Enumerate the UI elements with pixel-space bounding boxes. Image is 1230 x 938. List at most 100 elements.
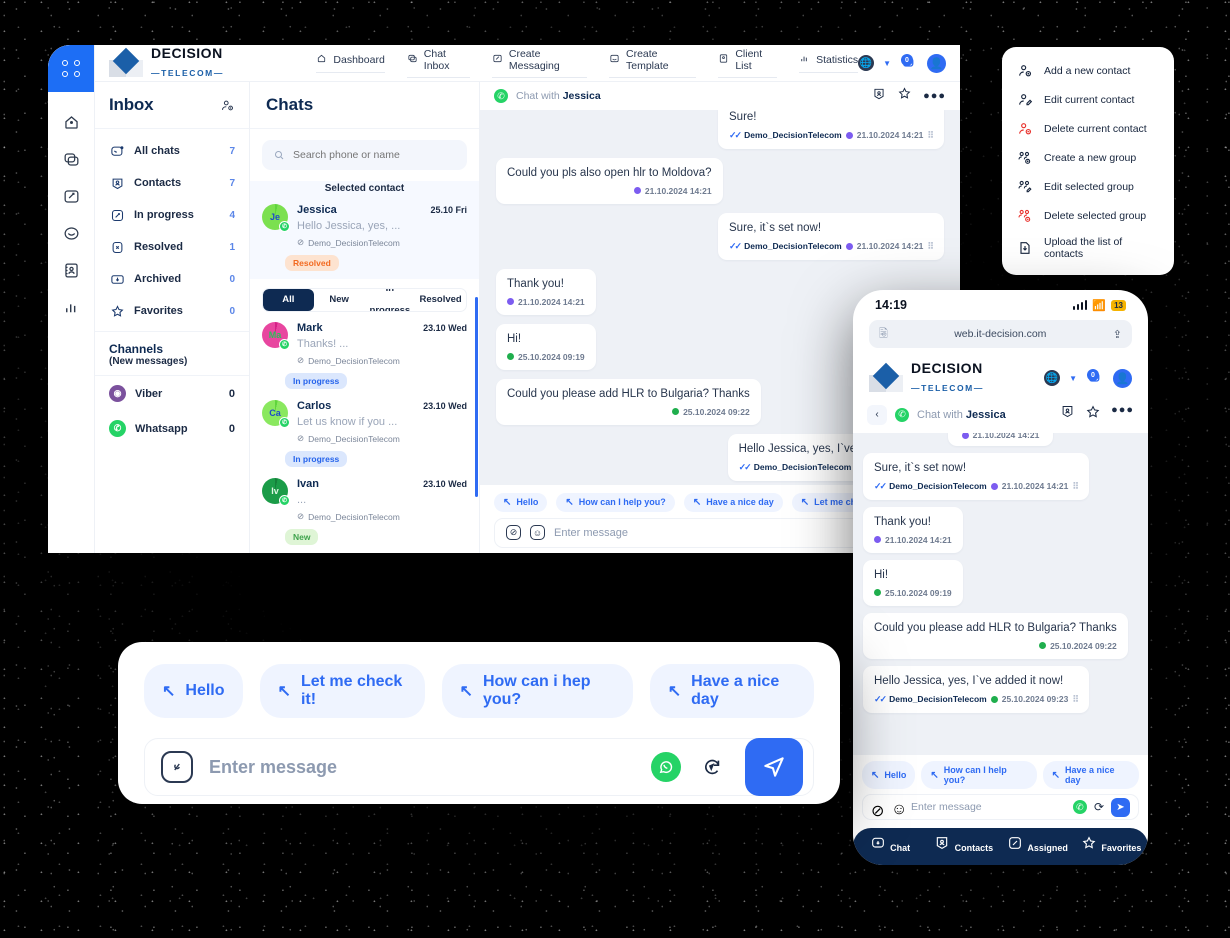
drag-grip-icon[interactable]: ⠿ [1072,694,1079,705]
chat-icon[interactable] [61,149,81,169]
translate-icon[interactable]: 🗟 [879,325,888,344]
quick-reply-chip[interactable]: ↖ Have a nice day [1042,761,1139,789]
drag-grip-icon[interactable]: ⠿ [1072,481,1079,492]
menu-item-edit-selected-group[interactable]: Edit selected group [1002,172,1174,201]
notifications-chat-badge[interactable]: 0 [900,54,918,72]
nav-item-create-template[interactable]: Create Template [609,48,697,78]
chat-list-item[interactable]: Ca ✆ Carlos 23.10 Wed Let us know if you .… [250,396,479,446]
chat-preview: Let us know if you ... [297,416,398,428]
brand-logo: DECISION —TELECOM— [109,45,292,81]
arrow-insert-icon: ↖ [871,769,880,781]
search-input[interactable] [293,149,456,161]
quick-reply-chip[interactable]: ↖ Hello [862,761,916,789]
contact-card-icon[interactable] [1060,404,1075,425]
search-box[interactable] [262,140,467,170]
menu-item-create-new-group[interactable]: Create a new group [1002,143,1174,172]
tab-resolved[interactable]: Resolved [415,289,466,311]
quick-reply-chip[interactable]: ↖ How can I help you? [556,492,675,512]
contacts-book-icon[interactable] [61,260,81,280]
phone-tab-contacts[interactable]: Contacts [927,835,1001,856]
refresh-channel-icon[interactable]: ⟳ [1094,800,1104,814]
drag-grip-icon[interactable]: ⠿ [927,241,934,252]
emoji-icon[interactable]: ☺ [530,525,545,541]
attach-icon[interactable]: ⊘ [871,801,884,820]
notifications-chat-badge[interactable]: 0 [1086,369,1104,387]
bar-chart-icon[interactable] [61,297,81,317]
sidebar-item-all-chats[interactable]: All chats 7 [95,135,249,167]
attach-icon[interactable] [161,751,193,783]
nav-item-statistics[interactable]: Statistics [799,53,859,73]
user-avatar-icon[interactable]: 👤 [1113,368,1132,388]
drag-grip-icon[interactable]: ⠿ [927,130,934,141]
contact-card-icon[interactable] [872,87,886,106]
send-icon[interactable]: ➤ [1111,797,1130,817]
composer-input-box[interactable]: Enter message [144,738,814,796]
tab-new[interactable]: New [314,289,365,311]
emoji-icon[interactable]: ☺ [891,801,907,818]
message-create-icon[interactable] [61,186,81,206]
menu-item-add-new-contact[interactable]: Add a new contact [1002,56,1174,85]
add-contact-icon[interactable] [220,98,235,113]
sidebar-item-contacts[interactable]: Contacts 7 [95,167,249,199]
channel-item-whatsapp[interactable]: ✆ Whatsapp 0 [95,411,249,446]
quick-reply-chip[interactable]: ↖ Let me check it! [259,664,425,718]
phone-tab-assigned[interactable]: Assigned [1001,835,1075,856]
menu-item-delete-current-contact[interactable]: Delete current contact [1002,114,1174,143]
chevron-down-icon[interactable]: ▼ [883,59,891,68]
nav-item-create-messaging[interactable]: Create Messaging [491,48,587,78]
nav-item-dashboard[interactable]: Dashboard [316,53,385,73]
quick-reply-chip[interactable]: ↖ Have a nice day [649,664,814,718]
user-avatar-icon[interactable]: 👤 [927,53,946,73]
home-icon[interactable] [61,112,81,132]
conversation-header: ✆ Chat with Jessica ●●● [480,82,960,110]
nav-item-chat-inbox[interactable]: Chat Inbox [406,48,470,78]
phone-tab-favorites[interactable]: Favorites [1074,835,1148,856]
phone-tab-chat[interactable]: Chat [853,835,927,856]
nav-item-client-list[interactable]: Client List [718,48,778,78]
more-icon[interactable]: ●●● [923,90,946,102]
sidebar-item-in-progress[interactable]: In progress 4 [95,199,249,231]
quick-reply-chip[interactable]: ↖ Hello [144,664,243,718]
attach-icon[interactable]: ⊘ [506,525,521,541]
sidebar-item-resolved[interactable]: Resolved 1 [95,231,249,263]
chevron-down-icon[interactable]: ▼ [1069,374,1077,383]
globe-icon[interactable]: 🌐 [1044,370,1061,386]
avatar: Ca ✆ [262,400,290,428]
more-icon[interactable]: ●●● [1111,404,1134,425]
chat-list-item-selected[interactable]: Je ✆ Jessica 25.10 Fri Hello Jessica, yes… [250,200,479,250]
channel-item-viber[interactable]: ◉ Viber 0 [95,376,249,411]
quick-reply-chip[interactable]: ↖ Have a nice day [683,492,783,512]
rail-grid-button[interactable] [48,45,94,92]
arrow-insert-icon: ↖ [800,496,810,508]
chevron-left-icon[interactable]: ‹ [867,404,887,425]
refresh-channel-icon[interactable] [697,752,727,782]
menu-item-delete-selected-group[interactable]: Delete selected group [1002,201,1174,230]
chat-list-item[interactable]: Iv ✆ Ivan 23.10 Wed ... ⊘ Demo_DecisionTele… [250,474,479,524]
chat-list-item[interactable]: Ma ✆ Mark 23.10 Wed Thanks! ... ⊘ Demo_Deci… [250,318,479,368]
sidebar-item-archived[interactable]: Archived 0 [95,263,249,295]
quick-reply-chip[interactable]: ↖ Hello [494,492,548,512]
whatsapp-icon[interactable] [651,752,681,782]
menu-item-upload-contacts[interactable]: Upload the list of contacts [1002,230,1174,266]
share-icon[interactable]: ⇪ [1113,328,1122,341]
star-icon[interactable] [1085,404,1101,425]
template-icon[interactable] [61,223,81,243]
menu-item-edit-current-contact[interactable]: Edit current contact [1002,85,1174,114]
tab-in-progress[interactable]: In progress [365,289,416,311]
tab-all[interactable]: All [263,289,314,311]
arrow-insert-icon: ↖ [930,769,939,781]
quick-reply-chip[interactable]: ↖ How can i hep you? [441,664,633,718]
whatsapp-icon[interactable]: ✆ [1072,800,1087,814]
browser-address-bar[interactable]: 🗟 web.it-decision.com ⇪ [869,320,1132,348]
message-time: 25.10.2024 09:23 [1001,694,1069,705]
send-icon[interactable] [745,738,803,796]
quick-reply-chip[interactable]: ↖ How can I help you? [921,761,1037,789]
brand-name: DECISION [911,360,983,376]
globe-icon[interactable]: 🌐 [858,55,875,71]
star-icon[interactable] [897,86,912,106]
sidebar-item-favorites[interactable]: Favorites 0 [95,295,249,327]
message-time: 25.10.2024 09:19 [518,351,585,362]
phone-composer-input-box[interactable]: ⊘ ☺ Enter message ✆ ⟳ ➤ [862,794,1139,820]
channels-title: Channels [109,342,164,356]
chat-list-scrollbar[interactable] [475,297,478,497]
